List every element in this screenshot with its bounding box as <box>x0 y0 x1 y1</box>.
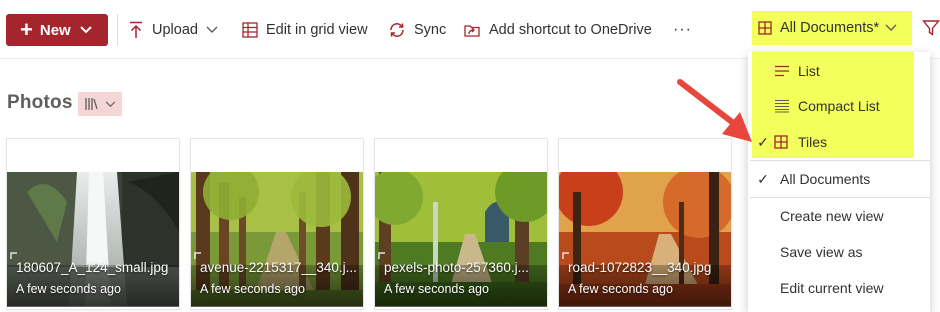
file-modified: A few seconds ago <box>568 282 673 296</box>
file-name[interactable]: pexels-photo-257360.j... <box>384 260 529 275</box>
file-modified: A few seconds ago <box>16 282 121 296</box>
annotation-arrow-icon <box>677 79 752 142</box>
menu-item-tiles[interactable]: ✓ Tiles <box>752 126 922 158</box>
view-selector-button[interactable]: All Documents* <box>752 11 912 45</box>
upload-label: Upload <box>152 22 198 38</box>
file-name[interactable]: 180607_A_124_small.jpg <box>16 260 168 275</box>
more-actions-button[interactable]: ··· <box>673 16 692 44</box>
file-modified: A few seconds ago <box>200 282 305 296</box>
sync-icon <box>390 23 404 37</box>
plus-icon: + <box>20 17 33 42</box>
menu-item-save-view-as[interactable]: Save view as <box>752 236 922 268</box>
new-button-label: New <box>39 21 71 39</box>
filter-icon[interactable] <box>922 19 940 37</box>
chevron-down-icon <box>206 26 218 33</box>
add-shortcut-button[interactable]: Add shortcut to OneDrive <box>463 16 652 44</box>
file-modified: A few seconds ago <box>384 282 489 296</box>
chevron-down-icon <box>885 24 897 31</box>
menu-item-compact-list[interactable]: Compact List <box>752 90 922 122</box>
menu-item-label: Save view as <box>780 244 863 260</box>
chevron-down-icon <box>105 100 116 107</box>
menu-item-list[interactable]: List <box>752 55 922 87</box>
menu-item-label: Tiles <box>798 134 828 150</box>
selection-corner-icon <box>562 252 569 259</box>
list-icon <box>774 65 798 77</box>
upload-button[interactable]: Upload <box>128 16 226 44</box>
selection-corner-icon <box>378 252 385 259</box>
menu-item-label: All Documents <box>780 171 871 187</box>
selection-corner-icon <box>194 252 201 259</box>
edit-grid-view-label: Edit in grid view <box>266 22 368 38</box>
file-tile[interactable]: road-1072823__340.jpg A few seconds ago <box>558 138 732 310</box>
grid-table-icon <box>242 22 258 38</box>
new-button[interactable]: + New <box>6 14 108 46</box>
toolbar-divider <box>117 14 118 46</box>
sync-button[interactable]: Sync <box>388 16 446 44</box>
sync-label: Sync <box>414 22 447 38</box>
menu-divider <box>750 160 930 161</box>
file-tile[interactable]: 180607_A_124_small.jpg A few seconds ago <box>6 138 180 310</box>
library-icon <box>85 98 98 110</box>
menu-item-label: List <box>798 63 820 79</box>
more-icon: ··· <box>673 21 692 38</box>
tiles-icon <box>774 135 798 149</box>
file-name[interactable]: avenue-2215317__340.j... <box>200 260 357 275</box>
menu-item-create-view[interactable]: Create new view <box>752 200 922 232</box>
edit-grid-view-button[interactable]: Edit in grid view <box>242 16 368 44</box>
file-tile[interactable]: avenue-2215317__340.j... A few seconds a… <box>190 138 364 310</box>
tiles-view-icon <box>758 21 772 35</box>
library-title: Photos <box>7 92 73 113</box>
view-selector-label: All Documents* <box>780 20 880 36</box>
menu-divider <box>750 197 930 198</box>
file-name[interactable]: road-1072823__340.jpg <box>568 260 711 275</box>
selection-corner-icon <box>10 252 17 259</box>
add-shortcut-label: Add shortcut to OneDrive <box>489 22 652 38</box>
shortcut-icon <box>464 25 480 37</box>
compact-list-icon <box>774 99 798 113</box>
file-tile[interactable]: pexels-photo-257360.j... A few seconds a… <box>374 138 548 310</box>
menu-item-label: Create new view <box>780 208 884 224</box>
menu-item-all-documents[interactable]: ✓ All Documents <box>752 163 922 195</box>
upload-icon <box>130 21 142 38</box>
chevron-down-icon <box>79 26 92 34</box>
library-options-button[interactable] <box>78 92 122 116</box>
check-icon: ✓ <box>757 170 769 187</box>
menu-item-label: Compact List <box>798 98 880 114</box>
menu-item-label: Edit current view <box>780 280 884 296</box>
menu-item-edit-current-view[interactable]: Edit current view <box>752 272 922 304</box>
